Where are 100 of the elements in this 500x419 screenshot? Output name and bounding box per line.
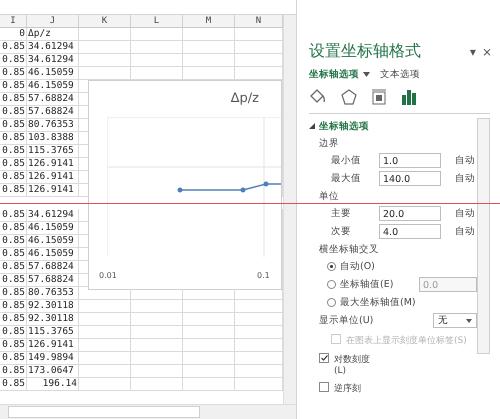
table-cell: Δp/z — [27, 28, 79, 41]
close-button[interactable]: × — [482, 45, 492, 59]
table-cell: 0.85 — [0, 80, 27, 93]
options-tab[interactable]: 坐标轴选项 — [309, 68, 370, 81]
table-cell — [183, 326, 235, 339]
checkbox-label: 在图表上显示刻度单位标签(S) — [346, 334, 467, 347]
table-cell: 92.30118 — [27, 300, 79, 313]
auto-label: 自动 — [455, 207, 475, 220]
table-cell — [131, 365, 183, 378]
radio-button[interactable] — [327, 262, 336, 271]
table-cell — [131, 326, 183, 339]
column-header[interactable]: K — [79, 15, 131, 28]
table-cell — [79, 352, 131, 365]
table-cell — [79, 313, 131, 326]
field-label: 次要 — [331, 225, 352, 238]
radio-label: 最大坐标轴值(M) — [340, 296, 416, 309]
table-cell: 0.85 — [0, 300, 27, 313]
table-cell: 34.61294 — [27, 54, 79, 67]
column-header[interactable]: M — [183, 15, 235, 28]
table-cell: 0.85 — [0, 287, 27, 300]
panel-menu-button[interactable]: ▾ — [470, 45, 476, 59]
table-cell: 0.85 — [0, 145, 27, 158]
column-header[interactable]: I — [0, 15, 27, 28]
table-cell: 46.15059 — [27, 222, 79, 235]
input-field[interactable]: 4.0 — [379, 224, 441, 239]
table-cell: 126.9141 — [27, 184, 79, 197]
options-tab[interactable]: 文本选项 — [380, 68, 420, 81]
table-cell: 115.3765 — [27, 145, 79, 158]
table-cell — [79, 378, 131, 391]
table-cell: 57.68824 — [27, 106, 79, 119]
input-field[interactable]: 140.0 — [379, 171, 441, 186]
table-cell: 196.14 — [27, 378, 79, 391]
table-cell: 80.76353 — [27, 119, 79, 132]
column-header[interactable]: J — [27, 15, 79, 28]
table-cell: 57.68824 — [27, 261, 79, 274]
vertical-scrollbar[interactable] — [283, 15, 296, 404]
table-cell: 0.85 — [0, 222, 27, 235]
caret-icon — [466, 318, 472, 322]
table-cell: 0.85 — [0, 339, 27, 352]
table-cell: 0.85 — [0, 313, 27, 326]
table-cell: 92.30118 — [27, 313, 79, 326]
auto-label: 自动 — [455, 154, 475, 167]
auto-label: 自动 — [455, 225, 475, 238]
radio-button[interactable] — [327, 298, 336, 307]
table-cell: 0.85 — [0, 248, 27, 261]
table-cell: 0 — [0, 28, 27, 41]
caret-icon — [363, 72, 370, 77]
field-label: 显示单位(U) — [319, 314, 374, 327]
table-cell — [79, 41, 131, 54]
table-cell — [79, 54, 131, 67]
paint-bucket-icon[interactable] — [309, 89, 327, 105]
field-label: 主要 — [331, 207, 352, 220]
checkbox[interactable] — [319, 353, 329, 363]
field-label: 最大值 — [331, 172, 362, 185]
table-cell: 0.85 — [0, 93, 27, 106]
table-cell: 46.15059 — [27, 80, 79, 93]
table-cell: 57.68824 — [27, 93, 79, 106]
pentagon-icon[interactable] — [341, 89, 357, 105]
table-cell: 0.85 — [0, 41, 27, 54]
radio-label: 自动(O) — [340, 260, 375, 273]
expand-triangle-icon[interactable] — [309, 123, 315, 129]
table-cell: 34.61294 — [27, 41, 79, 54]
table-cell — [183, 54, 235, 67]
table-cell: 126.9141 — [27, 339, 79, 352]
table-cell: 0.85 — [0, 378, 27, 391]
check-icon — [320, 355, 328, 361]
table-cell: 0.85 — [0, 119, 27, 132]
table-cell — [183, 28, 235, 41]
table-cell: 80.76353 — [27, 287, 79, 300]
bar-chart-icon[interactable] — [401, 89, 417, 105]
table-cell: 0.85 — [0, 365, 27, 378]
chart-title: Δp/z — [230, 91, 259, 106]
table-cell — [131, 313, 183, 326]
panel-scrollbar[interactable] — [477, 118, 490, 354]
checkbox[interactable] — [319, 382, 329, 392]
table-cell — [131, 28, 183, 41]
chart-area[interactable]: Δp/z 0.01 0.1 — [88, 80, 282, 290]
input-field[interactable]: 20.0 — [379, 206, 441, 221]
column-header[interactable]: N — [235, 15, 283, 28]
display-unit-dropdown[interactable]: 无 — [433, 313, 477, 328]
table-cell: 0.85 — [0, 261, 27, 274]
group-heading: 单位 — [319, 190, 340, 203]
section-header[interactable]: 坐标轴选项 — [319, 121, 369, 132]
table-cell — [131, 339, 183, 352]
checkbox-label: 对数刻度(L) — [334, 354, 371, 376]
horizontal-scrollbar[interactable] — [0, 404, 296, 419]
table-cell: 103.8388 — [27, 132, 79, 145]
table-cell — [131, 352, 183, 365]
table-cell: 173.0647 — [27, 365, 79, 378]
table-cell: 0.85 — [0, 171, 27, 184]
table-cell: 34.61294 — [27, 209, 79, 222]
column-header[interactable]: L — [131, 15, 183, 28]
checkbox-label: 逆序刻 — [334, 382, 361, 395]
group-heading: 边界 — [319, 137, 340, 150]
table-cell: 126.9141 — [27, 158, 79, 171]
input-field[interactable]: 1.0 — [379, 153, 441, 168]
field-label: 最小值 — [331, 154, 362, 167]
size-properties-icon[interactable] — [371, 89, 387, 105]
table-cell: 0.85 — [0, 235, 27, 248]
table-cell — [79, 326, 131, 339]
